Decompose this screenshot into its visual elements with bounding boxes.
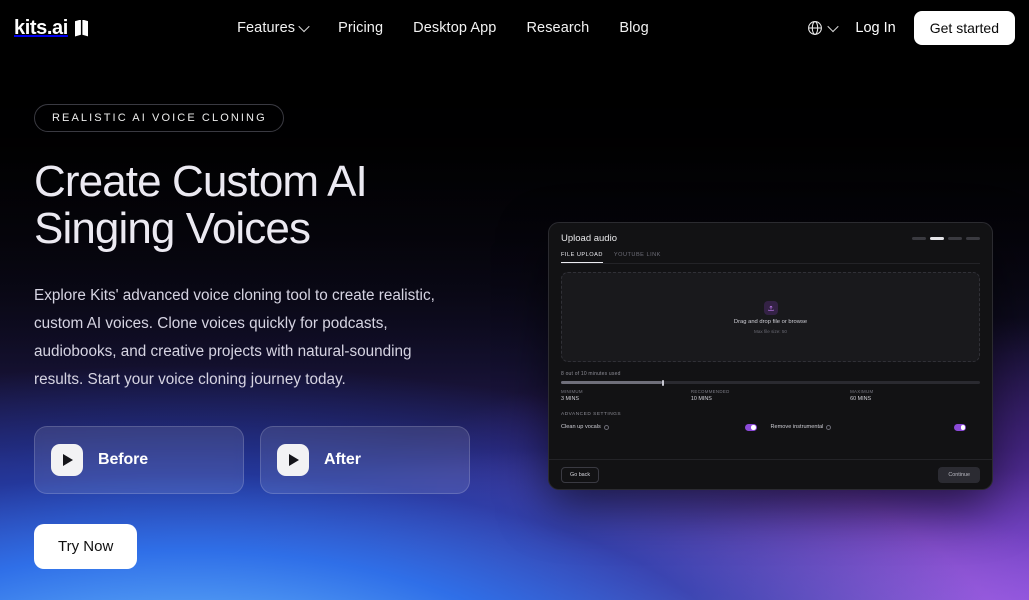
nav-item-research[interactable]: Research	[526, 20, 589, 36]
file-dropzone[interactable]: Drag and drop file or browse Max file si…	[561, 272, 980, 362]
main-navigation: Features Pricing Desktop App Research Bl…	[78, 20, 807, 36]
chevron-down-icon	[827, 20, 840, 33]
usage-mark-maximum-name: Maximum	[850, 389, 874, 394]
tab-file-upload[interactable]: File upload	[561, 252, 603, 263]
get-started-button[interactable]: Get started	[913, 11, 1015, 45]
continue-button[interactable]: Continue	[938, 466, 980, 483]
info-icon[interactable]	[603, 424, 609, 430]
setting-remove-instrumental: Remove instrumental	[771, 424, 981, 431]
play-icon	[51, 444, 83, 477]
usage-marks: Minimum 3 mins Recommended 10 mins Maxim…	[561, 389, 980, 402]
setting-clean-up-vocals-label: Clean up vocals	[561, 424, 601, 431]
sample-card-after-label: After	[324, 451, 361, 469]
nav-item-pricing[interactable]: Pricing	[338, 20, 383, 36]
setting-clean-up-vocals-toggle[interactable]	[744, 424, 757, 431]
info-icon[interactable]	[826, 424, 832, 430]
sample-card-before-label: Before	[98, 451, 149, 469]
page-title-line-2: Singing Voices	[34, 204, 311, 254]
sample-card-after[interactable]: After	[260, 426, 470, 495]
site-header: kits.ai Features Pricing Desktop App Res…	[0, 0, 1029, 56]
audio-sample-row: Before After	[34, 426, 504, 495]
upload-icon	[763, 300, 778, 315]
usage-mark-minimum: Minimum 3 mins	[561, 389, 691, 402]
page-title: Create Custom AI Singing Voices	[34, 158, 504, 252]
setting-remove-instrumental-toggle[interactable]	[954, 424, 966, 431]
usage-mark-maximum-value: 60 mins	[850, 396, 872, 402]
nav-item-desktop-app[interactable]: Desktop App	[413, 20, 496, 36]
sample-card-before[interactable]: Before	[34, 426, 244, 495]
logo-link[interactable]: kits.ai	[14, 16, 89, 40]
usage-label: 8 out of 10 minutes used	[561, 371, 621, 377]
logo-text: kits.ai	[14, 16, 68, 39]
panel-footer: Go back Continue	[549, 459, 992, 489]
nav-item-features[interactable]: Features	[237, 20, 310, 36]
tab-youtube-link[interactable]: Youtube link	[614, 252, 661, 263]
header-actions: Log In Get started	[807, 11, 1015, 45]
upload-audio-panel: Upload audio File upload Youtube link Dr…	[548, 222, 993, 490]
usage-meter: 8 out of 10 minutes used Minimum 3 mins …	[561, 371, 980, 402]
hero-badge: REALISTIC AI VOICE CLONING	[34, 104, 284, 132]
panel-tabs: File upload Youtube link	[561, 252, 980, 264]
usage-mark-recommended: Recommended 10 mins	[691, 389, 850, 402]
usage-slider[interactable]	[561, 379, 980, 386]
dropzone-secondary-text: Max file size: 50	[754, 328, 787, 334]
hero-content: REALISTIC AI VOICE CLONING Create Custom…	[34, 104, 504, 570]
page-title-line-1: Create Custom AI	[34, 157, 368, 206]
setting-remove-instrumental-label-wrap: Remove instrumental	[771, 424, 832, 430]
dropzone-primary-text: Drag and drop file or browse	[733, 318, 808, 325]
usage-mark-recommended-name: Recommended	[690, 389, 730, 394]
setting-clean-up-vocals-label-wrap: Clean up vocals	[561, 424, 609, 430]
usage-mark-recommended-value: 10 mins	[690, 396, 712, 402]
hero-description: Explore Kits' advanced voice cloning too…	[34, 287, 435, 389]
try-now-button[interactable]: Try Now	[34, 524, 138, 570]
usage-mark-maximum: Maximum 60 mins	[850, 389, 980, 402]
go-back-button[interactable]: Go back	[561, 466, 600, 483]
setting-clean-up-vocals: Clean up vocals	[561, 424, 771, 431]
login-link[interactable]: Log In	[855, 20, 895, 36]
usage-slider-handle[interactable]	[661, 379, 664, 386]
globe-icon	[808, 21, 823, 35]
advanced-settings: Advanced settings Clean up vocals Remove…	[561, 412, 980, 431]
language-selector[interactable]	[807, 20, 840, 36]
play-icon	[277, 444, 309, 477]
setting-remove-instrumental-label: Remove instrumental	[770, 424, 824, 431]
usage-mark-minimum-name: Minimum	[561, 389, 583, 394]
panel-header: Upload audio File upload Youtube link	[549, 223, 992, 264]
usage-fill	[561, 381, 662, 384]
nav-item-features-label: Features	[237, 20, 296, 36]
usage-mark-minimum-value: 3 mins	[561, 396, 579, 402]
step-indicator	[912, 237, 980, 240]
panel-title: Upload audio	[561, 233, 617, 244]
chevron-down-icon	[298, 20, 310, 33]
nav-item-blog[interactable]: Blog	[619, 20, 648, 36]
page-root: kits.ai Features Pricing Desktop App Res…	[0, 0, 1029, 600]
advanced-settings-title: Advanced settings	[561, 412, 622, 417]
